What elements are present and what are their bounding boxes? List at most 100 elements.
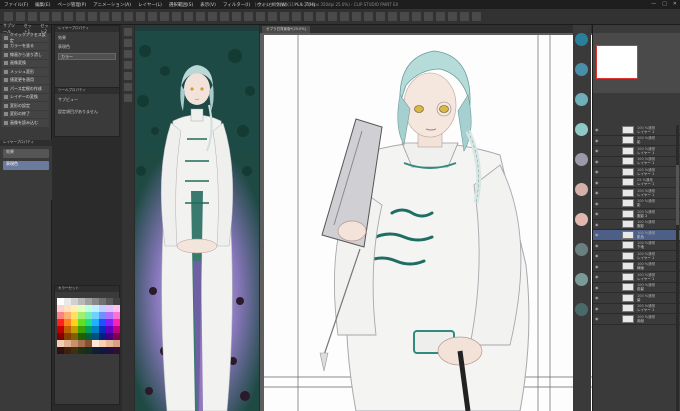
color-swatch[interactable] xyxy=(57,312,64,319)
color-swatch[interactable] xyxy=(113,347,120,354)
eye-icon[interactable]: ◉ xyxy=(595,211,600,216)
subtool-item[interactable]: メッシュ変形 xyxy=(2,68,49,76)
color-swatch[interactable] xyxy=(106,326,113,333)
menu-item[interactable]: レイヤー(L) xyxy=(138,2,162,8)
command-icon[interactable] xyxy=(448,12,457,21)
color-swatch[interactable] xyxy=(92,333,99,340)
color-history-swatch[interactable] xyxy=(575,183,588,196)
color-swatch[interactable] xyxy=(57,305,64,312)
color-swatch[interactable] xyxy=(78,298,85,305)
command-icon[interactable] xyxy=(376,12,385,21)
command-icon[interactable] xyxy=(400,12,409,21)
panel-toggle-icon[interactable] xyxy=(124,61,132,69)
color-swatch[interactable] xyxy=(85,298,92,305)
command-icon[interactable] xyxy=(388,12,397,21)
color-history-swatch[interactable] xyxy=(575,243,588,256)
eye-icon[interactable]: ◉ xyxy=(595,180,600,185)
color-swatch[interactable] xyxy=(85,319,92,326)
color-swatch[interactable] xyxy=(106,333,113,340)
eye-icon[interactable]: ◉ xyxy=(595,138,600,143)
color-history-swatch[interactable] xyxy=(575,123,588,136)
eye-icon[interactable]: ◉ xyxy=(595,285,600,290)
layer-row[interactable]: ◉ 100 %通常 レイヤー 1 xyxy=(593,251,680,262)
color-history-swatch[interactable] xyxy=(575,93,588,106)
command-icon[interactable] xyxy=(328,12,337,21)
color-swatch[interactable] xyxy=(64,319,71,326)
canvas-paper[interactable] xyxy=(264,35,592,411)
color-swatch[interactable] xyxy=(106,347,113,354)
subtool-item[interactable]: レイヤーの変換 xyxy=(2,93,49,101)
layer-effect-row[interactable]: 効果 xyxy=(3,149,49,158)
color-swatch[interactable] xyxy=(92,298,99,305)
canvas-tab[interactable]: ゼブラ白背景版*(25.0%) xyxy=(262,26,311,33)
panel-toggle-icon[interactable] xyxy=(124,94,132,102)
layer-row[interactable]: ◉ 100 %通常 レイヤー 1 xyxy=(593,188,680,199)
command-icon[interactable] xyxy=(220,12,229,21)
color-swatch[interactable] xyxy=(57,326,64,333)
navigator-panel[interactable] xyxy=(593,33,680,93)
color-swatch[interactable] xyxy=(78,319,85,326)
layer-row[interactable]: ◉ 100 %通常 用紙 xyxy=(593,314,680,325)
layer-row[interactable]: ◉ 25 %通常 レイヤー 1 xyxy=(593,178,680,188)
subtool-item[interactable]: 画像変換 xyxy=(2,59,49,67)
color-swatch[interactable] xyxy=(113,340,120,347)
color-swatch[interactable] xyxy=(57,347,64,354)
color-swatch[interactable] xyxy=(106,312,113,319)
layer-color-row[interactable]: 表現色 xyxy=(3,161,49,170)
eye-icon[interactable]: ◉ xyxy=(595,159,600,164)
menu-item[interactable]: 編集(E) xyxy=(35,2,50,8)
color-swatch[interactable] xyxy=(113,333,120,340)
eye-icon[interactable]: ◉ xyxy=(595,274,600,279)
eye-icon[interactable]: ◉ xyxy=(595,316,600,321)
color-swatch[interactable] xyxy=(99,347,106,354)
color-swatch[interactable] xyxy=(64,326,71,333)
color-swatch[interactable] xyxy=(99,326,106,333)
color-swatch[interactable] xyxy=(85,305,92,312)
color-swatch[interactable] xyxy=(71,340,78,347)
color-swatch[interactable] xyxy=(78,326,85,333)
color-history-swatch[interactable] xyxy=(575,213,588,226)
color-history-swatch[interactable] xyxy=(575,303,588,316)
color-swatch[interactable] xyxy=(106,298,113,305)
subtool-item[interactable]: 値変更を適用 xyxy=(2,76,49,84)
layer-row[interactable]: ◉ 100 %通常 レイヤー 1 xyxy=(593,167,680,178)
command-icon[interactable] xyxy=(112,12,121,21)
color-swatch[interactable] xyxy=(106,305,113,312)
color-swatch[interactable] xyxy=(57,319,64,326)
command-icon[interactable] xyxy=(52,12,61,21)
layer-row[interactable]: ◉ 100 %通常影 xyxy=(593,136,680,146)
command-icon[interactable] xyxy=(436,12,445,21)
layer-row[interactable]: ◉ 100 %通常 下地 xyxy=(593,241,680,251)
layer-scrollbar[interactable] xyxy=(676,125,679,411)
command-icon[interactable] xyxy=(232,12,241,21)
layer-row[interactable]: ◉ 100 %通常 服影 2 xyxy=(593,209,680,220)
panel-toggle-icon[interactable] xyxy=(124,83,132,91)
color-swatch[interactable] xyxy=(71,312,78,319)
color-swatch[interactable] xyxy=(92,312,99,319)
menu-item[interactable]: 表示(V) xyxy=(200,2,216,8)
subtool-item[interactable]: 変形の終了 xyxy=(2,110,49,118)
command-icon[interactable] xyxy=(292,12,301,21)
command-icon[interactable] xyxy=(256,12,265,21)
command-icon[interactable] xyxy=(40,12,49,21)
command-icon[interactable] xyxy=(316,12,325,21)
color-swatch[interactable] xyxy=(99,312,106,319)
color-swatch[interactable] xyxy=(106,319,113,326)
color-swatch[interactable] xyxy=(99,319,106,326)
color-swatch[interactable] xyxy=(71,298,78,305)
color-swatch[interactable] xyxy=(106,340,113,347)
color-history-swatch[interactable] xyxy=(575,63,588,76)
command-icon[interactable] xyxy=(412,12,421,21)
color-swatch[interactable] xyxy=(85,312,92,319)
reference-image-panel[interactable] xyxy=(135,25,259,411)
color-swatch[interactable] xyxy=(64,347,71,354)
maximize-button[interactable]: □ xyxy=(662,1,667,7)
color-swatch[interactable] xyxy=(92,326,99,333)
panel-toggle-icon[interactable] xyxy=(124,39,132,47)
command-icon[interactable] xyxy=(208,12,217,21)
subtool-item[interactable]: パース定規の作成 xyxy=(2,85,49,93)
eye-icon[interactable]: ◉ xyxy=(595,169,600,174)
eye-icon[interactable]: ◉ xyxy=(595,306,600,311)
command-icon[interactable] xyxy=(268,12,277,21)
color-swatch[interactable] xyxy=(71,326,78,333)
